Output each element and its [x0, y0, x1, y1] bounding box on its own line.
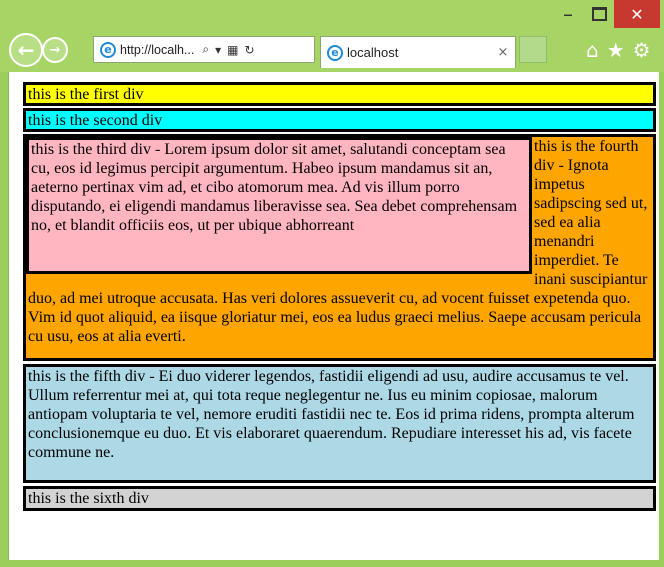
tab-localhost[interactable]: e localhost ×: [320, 36, 516, 68]
sixth-div: this is the sixth div: [23, 486, 656, 511]
home-icon[interactable]: ⌂: [586, 38, 599, 62]
second-div: this is the second div: [23, 108, 656, 132]
settings-gear-icon[interactable]: ⚙: [633, 38, 651, 62]
search-icon[interactable]: ⌕: [202, 42, 209, 57]
close-button[interactable]: ✕: [614, 0, 660, 28]
dropdown-icon[interactable]: ▾: [215, 43, 221, 57]
new-tab-button[interactable]: [519, 36, 547, 63]
page-content: this is the first div this is the second…: [23, 82, 656, 511]
favorites-star-icon[interactable]: ★: [607, 38, 625, 62]
back-button[interactable]: ←: [9, 33, 43, 67]
ie-logo-icon: e: [100, 41, 116, 58]
back-arrow-icon: ←: [17, 38, 35, 62]
compatibility-view-icon[interactable]: ▦: [227, 43, 238, 57]
refresh-icon[interactable]: ↻: [244, 43, 254, 57]
maximize-button[interactable]: [584, 0, 614, 28]
tab-ie-logo-icon: e: [327, 44, 343, 61]
toolbar-right-icons: ⌂ ★ ⚙: [586, 36, 664, 64]
fifth-div: this is the fifth div - Ei duo viderer l…: [23, 364, 656, 483]
browser-titlebar: – ✕ ← → e http://localh... ⌕ ▾ ▦ ↻ e loc…: [0, 0, 664, 72]
first-div: this is the first div: [23, 82, 656, 106]
fourth-div: this is the third div - Lorem ipsum dolo…: [23, 134, 656, 361]
tab-title: localhost: [347, 45, 399, 60]
page-viewport: this is the first div this is the second…: [8, 72, 659, 560]
forward-arrow-icon: →: [49, 42, 61, 58]
address-url[interactable]: http://localh...: [120, 43, 194, 57]
forward-button[interactable]: →: [42, 37, 68, 63]
third-div: this is the third div - Lorem ipsum dolo…: [26, 137, 532, 274]
maximize-icon: [591, 7, 607, 21]
minimize-button[interactable]: –: [552, 0, 584, 28]
address-bar[interactable]: e http://localh... ⌕ ▾ ▦ ↻: [93, 36, 315, 63]
tab-close-icon[interactable]: ×: [491, 45, 515, 60]
